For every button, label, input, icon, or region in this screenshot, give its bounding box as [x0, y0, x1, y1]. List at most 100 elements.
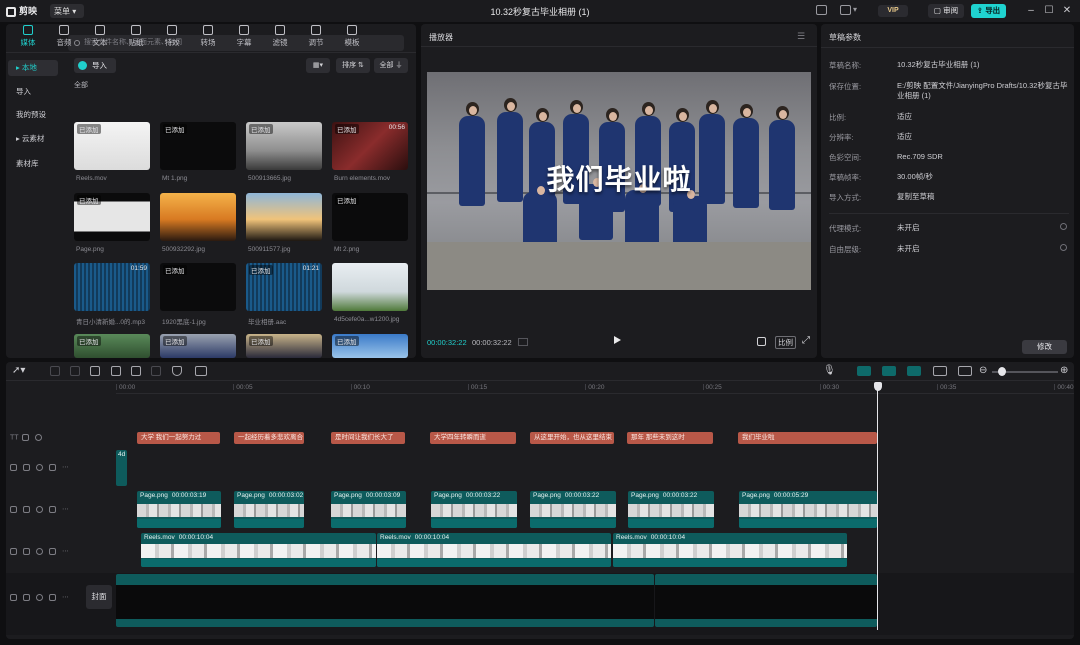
layout-icon[interactable]: [816, 5, 827, 15]
fullscreen-icon[interactable]: ⤢: [802, 335, 810, 346]
media-tab[interactable]: 特效: [154, 24, 190, 48]
sidebar-item[interactable]: ▸ 云素材: [8, 131, 58, 147]
page-clip[interactable]: Page.png 00:00:03:22: [530, 491, 616, 528]
select-tool-icon[interactable]: ➚▾: [12, 365, 25, 376]
media-thumbnail[interactable]: 已添加: [332, 193, 408, 241]
modify-button[interactable]: 修改: [1022, 340, 1067, 354]
image-icon[interactable]: [195, 366, 207, 376]
media-thumbnail[interactable]: 已添加: [160, 334, 236, 358]
media-tab[interactable]: 媒体: [10, 24, 46, 48]
split-right-icon[interactable]: [131, 366, 141, 376]
media-thumbnail[interactable]: 已添加: [160, 263, 236, 311]
sidebar-item[interactable]: 我的预设: [8, 107, 58, 123]
media-thumbnail[interactable]: [160, 193, 236, 241]
media-thumbnail[interactable]: 已添加: [74, 122, 150, 170]
vip-badge[interactable]: VIP: [878, 5, 908, 17]
info-icon[interactable]: [1060, 223, 1067, 230]
media-tab[interactable]: 音频: [46, 24, 82, 48]
main-clip[interactable]: 1920黑底-1.jpg 00:00:09:18: [655, 574, 877, 627]
media-tab[interactable]: 转场: [190, 24, 226, 48]
eye-icon[interactable]: [36, 463, 43, 471]
media-tab[interactable]: 滤镜: [262, 24, 298, 48]
media-thumbnail[interactable]: 已添加: [332, 334, 408, 358]
export-button[interactable]: ⇪ 导出: [971, 4, 1006, 18]
filter-button[interactable]: 全部 ⏚: [374, 58, 408, 73]
track-controls[interactable]: ⋯: [10, 463, 69, 471]
media-thumbnail[interactable]: [246, 193, 322, 241]
page-clip[interactable]: Page.png 00:00:03:22: [431, 491, 517, 528]
play-icon[interactable]: [614, 336, 621, 344]
audio-icon[interactable]: [49, 505, 56, 513]
text-clip[interactable]: 一起经历着多悲欢离合: [234, 432, 304, 444]
media-thumbnail[interactable]: 已添加: [74, 334, 150, 358]
view-mode-button[interactable]: ▦▾: [306, 58, 330, 73]
review-button[interactable]: ▢ 审阅: [928, 4, 964, 18]
main-clip[interactable]: 1920黑底-1.jpg 00:00:23:04: [116, 574, 654, 627]
text-clip[interactable]: 那年 那些未到这时: [627, 432, 713, 444]
text-clip[interactable]: 大学四年转瞬而逝: [430, 432, 516, 444]
zoom-in-icon[interactable]: ⊕: [1060, 365, 1068, 376]
audio-icon[interactable]: [49, 593, 56, 601]
text-clip[interactable]: 从这里开始，也从这里结束: [530, 432, 614, 444]
reels-clip[interactable]: Reels.mov 00:00:10:04: [141, 533, 376, 567]
redo-icon[interactable]: [70, 366, 80, 376]
media-thumbnail[interactable]: 已添加: [74, 193, 150, 241]
media-thumbnail[interactable]: 已添加: [160, 122, 236, 170]
lock-icon[interactable]: [23, 505, 30, 513]
chevron-down-icon[interactable]: ▾: [853, 5, 857, 14]
split-left-icon[interactable]: [111, 366, 121, 376]
linkage-icon[interactable]: [907, 366, 921, 376]
text-clip[interactable]: 我们毕业啦: [738, 432, 877, 444]
eye-icon[interactable]: [36, 547, 43, 555]
screen-icon[interactable]: [840, 5, 851, 15]
media-thumbnail[interactable]: 01:59: [74, 263, 150, 311]
eye-icon[interactable]: [36, 593, 43, 601]
menu-icon[interactable]: ☰: [797, 31, 805, 42]
split-icon[interactable]: [90, 366, 100, 376]
reels-clip[interactable]: Reels.mov 00:00:10:04: [377, 533, 611, 567]
zoom-slider-handle[interactable]: [998, 367, 1006, 376]
sidebar-item[interactable]: ▸ 本地: [8, 60, 58, 76]
close-icon[interactable]: ✕: [1060, 4, 1074, 18]
page-clip[interactable]: Page.png 00:00:05:29: [739, 491, 877, 528]
media-thumbnail[interactable]: 已添加 00:56: [332, 122, 408, 170]
media-tab[interactable]: 调节: [298, 24, 334, 48]
track-controls[interactable]: ⋯: [10, 547, 69, 555]
sidebar-item[interactable]: 导入: [8, 84, 58, 100]
minimize-icon[interactable]: –: [1024, 4, 1038, 18]
media-tab[interactable]: 文本: [82, 24, 118, 48]
lock-icon[interactable]: [22, 434, 30, 441]
eye-icon[interactable]: [36, 505, 43, 513]
lock-icon[interactable]: [23, 463, 30, 471]
maximize-icon[interactable]: ☐: [1042, 4, 1056, 18]
audio-icon[interactable]: [49, 463, 56, 471]
eye-icon[interactable]: [35, 434, 43, 441]
link-icon[interactable]: [857, 366, 871, 376]
lock-icon[interactable]: [23, 547, 30, 555]
page-clip[interactable]: Page.png 00:00:03:02: [234, 491, 304, 528]
text-clip[interactable]: 大学 我们一起努力过: [137, 432, 220, 444]
text-track-controls[interactable]: TT: [10, 434, 48, 441]
info-icon[interactable]: [1060, 244, 1067, 251]
media-thumbnail[interactable]: 已添加: [246, 334, 322, 358]
media-tab[interactable]: 字幕: [226, 24, 262, 48]
snap-icon[interactable]: [882, 366, 896, 376]
page-clip[interactable]: Page.png 00:00:03:09: [331, 491, 406, 528]
microphone-icon[interactable]: 🎙: [823, 365, 836, 376]
delete-icon[interactable]: [151, 366, 161, 376]
playhead-handle[interactable]: [874, 382, 882, 391]
lock-icon[interactable]: [23, 593, 30, 601]
cover-button[interactable]: 封面: [86, 585, 112, 609]
text-clip[interactable]: 是时间让我们长大了: [331, 432, 405, 444]
track-controls[interactable]: ⋯: [10, 505, 69, 513]
media-thumbnail[interactable]: 已添加: [246, 122, 322, 170]
media-tab[interactable]: 贴纸: [118, 24, 154, 48]
video-preview[interactable]: 我们毕业啦: [427, 72, 811, 290]
audio-icon[interactable]: [49, 547, 56, 555]
subtitle-icon[interactable]: [958, 366, 972, 376]
page-clip[interactable]: Page.png 00:00:03:19: [137, 491, 221, 528]
sort-button[interactable]: 排序 ⇅: [336, 58, 370, 73]
frame-grid-icon[interactable]: [518, 338, 528, 346]
media-thumbnail[interactable]: [332, 263, 408, 311]
media-thumbnail[interactable]: 已添加 01:21: [246, 263, 322, 311]
